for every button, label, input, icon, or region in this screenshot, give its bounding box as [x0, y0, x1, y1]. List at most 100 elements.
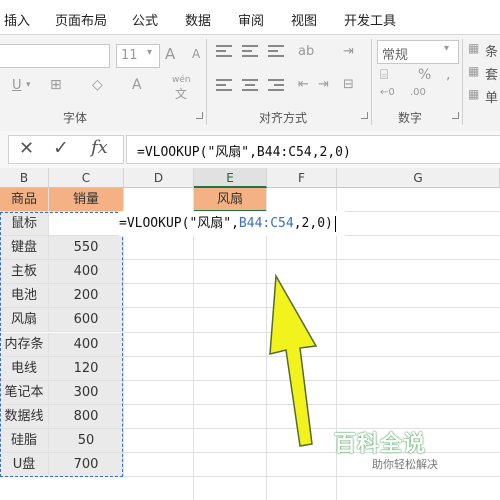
conditional-format-label[interactable]: 条 — [485, 41, 498, 60]
tab-page-layout[interactable]: 页面布局 — [55, 10, 107, 29]
number-format-dropdown[interactable]: 常规 ▾ — [377, 40, 459, 64]
column-header-b[interactable]: B — [0, 168, 49, 188]
sales-cell[interactable]: 800 — [49, 404, 124, 429]
grow-font-icon[interactable]: A — [165, 45, 175, 63]
product-cell[interactable]: 电池 — [0, 284, 49, 309]
text-caret — [334, 215, 336, 232]
tab-view[interactable]: 视图 — [291, 10, 317, 29]
top-align-icon[interactable] — [216, 45, 232, 57]
product-cell[interactable]: 内存条 — [0, 332, 49, 357]
chevron-down-icon: ▾ — [444, 43, 450, 54]
formula-bar: ✕ ✓ fx =VLOOKUP("风扇",B44:C54,2,0) — [0, 131, 500, 169]
shrink-font-icon[interactable]: A — [192, 47, 200, 61]
product-cell[interactable]: 硅脂 — [0, 428, 49, 453]
sales-cell[interactable]: 120 — [49, 356, 124, 381]
decrease-indent-icon[interactable]: ⇤ — [298, 77, 309, 92]
product-cell[interactable]: 主板 — [0, 260, 49, 285]
percent-style-icon[interactable]: % — [418, 67, 431, 83]
product-cell[interactable]: 键盘 — [0, 236, 49, 261]
sales-cell[interactable]: 300 — [49, 380, 124, 405]
sales-cell[interactable]: 400 — [49, 332, 124, 357]
font-size-value: 11 — [121, 48, 138, 63]
phonetic-guide-icon[interactable]: 文 — [175, 85, 187, 102]
insert-function-icon[interactable]: fx — [91, 137, 108, 158]
underline-icon[interactable]: U — [12, 78, 22, 93]
chevron-down-icon: ▾ — [26, 80, 31, 90]
arrow-annotation — [269, 273, 318, 447]
edit-formula-suffix: ,2,0) — [293, 216, 333, 231]
watermark-subtitle: 助你轻松解决 — [372, 458, 438, 471]
product-cell[interactable]: U盘 — [0, 453, 49, 478]
spreadsheet-grid: B C D E F G 商品 销量 风扇 鼠标 键盘 550 主板 400 电池 200 风扇… — [0, 168, 500, 500]
header-cell-sales[interactable]: 销量 — [49, 188, 124, 212]
sales-cell[interactable] — [49, 212, 124, 237]
phonetic-label: wén — [172, 75, 191, 85]
watermark-logo: 百科全说 — [334, 432, 427, 457]
comma-style-icon[interactable]: , — [446, 67, 450, 83]
sales-cell[interactable]: 50 — [49, 428, 124, 453]
alignment-group-label: 对齐方式 — [259, 111, 308, 125]
orientation-icon[interactable]: ab — [298, 44, 314, 59]
font-name-box[interactable] — [0, 44, 110, 68]
product-cell[interactable]: 鼠标 — [0, 212, 49, 237]
cell-styles-label[interactable]: 单 — [485, 87, 498, 106]
lookup-header-cell[interactable]: 风扇 — [194, 188, 267, 212]
product-cell[interactable]: 数据线 — [0, 404, 49, 429]
enter-icon[interactable]: ✓ — [53, 137, 69, 159]
group-divider — [206, 39, 207, 125]
number-group-label: 数字 — [398, 111, 423, 125]
number-dialog-launcher-icon[interactable] — [452, 112, 459, 119]
tab-data[interactable]: 数据 — [185, 10, 211, 29]
ribbon-tab-bar: 插入 页面布局 公式 数据 审阅 视图 开发工具 — [0, 0, 500, 34]
header-cell-product[interactable]: 商品 — [0, 188, 49, 212]
format-table-label[interactable]: 套 — [485, 64, 498, 83]
tab-review[interactable]: 审阅 — [238, 10, 264, 29]
ribbon-panel: 11 ▾ A A U ▾ ⊞ ◇ A wén 文 字体 ab ⇥ ⇤ ⇥ ⊟ 对… — [0, 34, 500, 132]
product-cell[interactable]: 笔记本 — [0, 380, 49, 405]
format-table-icon[interactable]: ▦ — [468, 64, 479, 78]
sales-cell[interactable]: 200 — [49, 284, 124, 309]
alignment-dialog-launcher-icon[interactable] — [361, 112, 368, 119]
align-center-icon[interactable] — [242, 79, 258, 91]
formula-input[interactable]: =VLOOKUP("风扇",B44:C54,2,0) — [126, 135, 500, 164]
column-header-e[interactable]: E — [194, 168, 267, 188]
middle-align-icon[interactable] — [242, 45, 258, 57]
borders-icon[interactable]: ⊞ — [50, 77, 62, 93]
product-cell[interactable]: 风扇 — [0, 308, 49, 333]
merge-center-icon[interactable]: ⊟ — [343, 77, 354, 92]
sales-cell[interactable]: 600 — [49, 308, 124, 333]
fill-color-icon[interactable]: ◇ — [92, 77, 103, 93]
edit-formula-prefix: =VLOOKUP("风扇", — [119, 216, 239, 231]
tab-developer[interactable]: 开发工具 — [344, 10, 396, 29]
font-group-label: 字体 — [63, 111, 88, 125]
product-cell[interactable]: 电线 — [0, 356, 49, 381]
align-left-icon[interactable] — [216, 79, 232, 91]
grid-line — [124, 476, 500, 478]
tab-formulas[interactable]: 公式 — [132, 10, 158, 29]
cancel-icon[interactable]: ✕ — [19, 138, 34, 159]
conditional-format-icon[interactable]: ▦ — [468, 41, 479, 55]
decrease-decimal-icon[interactable]: .00 — [410, 87, 426, 98]
chevron-down-icon: ▾ — [147, 47, 153, 58]
column-header-f[interactable]: F — [267, 168, 337, 188]
sales-cell[interactable]: 700 — [49, 453, 124, 478]
bottom-align-icon[interactable] — [268, 45, 284, 57]
accounting-format-icon[interactable]: ⌸ — [380, 67, 388, 83]
cell-styles-icon[interactable]: ▦ — [468, 87, 479, 101]
sales-cell[interactable]: 400 — [49, 260, 124, 285]
tab-insert[interactable]: 插入 — [4, 10, 30, 29]
align-right-icon[interactable] — [268, 79, 284, 91]
increase-indent-icon[interactable]: ⇥ — [318, 77, 329, 92]
group-divider — [462, 39, 463, 125]
active-cell-editor[interactable]: =VLOOKUP("风扇",B44:C54,2,0) — [119, 211, 345, 236]
font-color-icon[interactable]: A — [132, 77, 142, 93]
column-header-d[interactable]: D — [124, 168, 194, 188]
column-header-c[interactable]: C — [49, 168, 124, 188]
column-header-g[interactable]: G — [337, 168, 500, 188]
font-size-box[interactable]: 11 ▾ — [116, 44, 160, 68]
wrap-text-icon[interactable]: ⇥ — [343, 44, 354, 59]
edit-formula-range: B44:C54 — [238, 216, 294, 231]
font-dialog-launcher-icon[interactable] — [196, 112, 203, 119]
increase-decimal-icon[interactable]: ←0 — [380, 87, 395, 98]
sales-cell[interactable]: 550 — [49, 236, 124, 261]
